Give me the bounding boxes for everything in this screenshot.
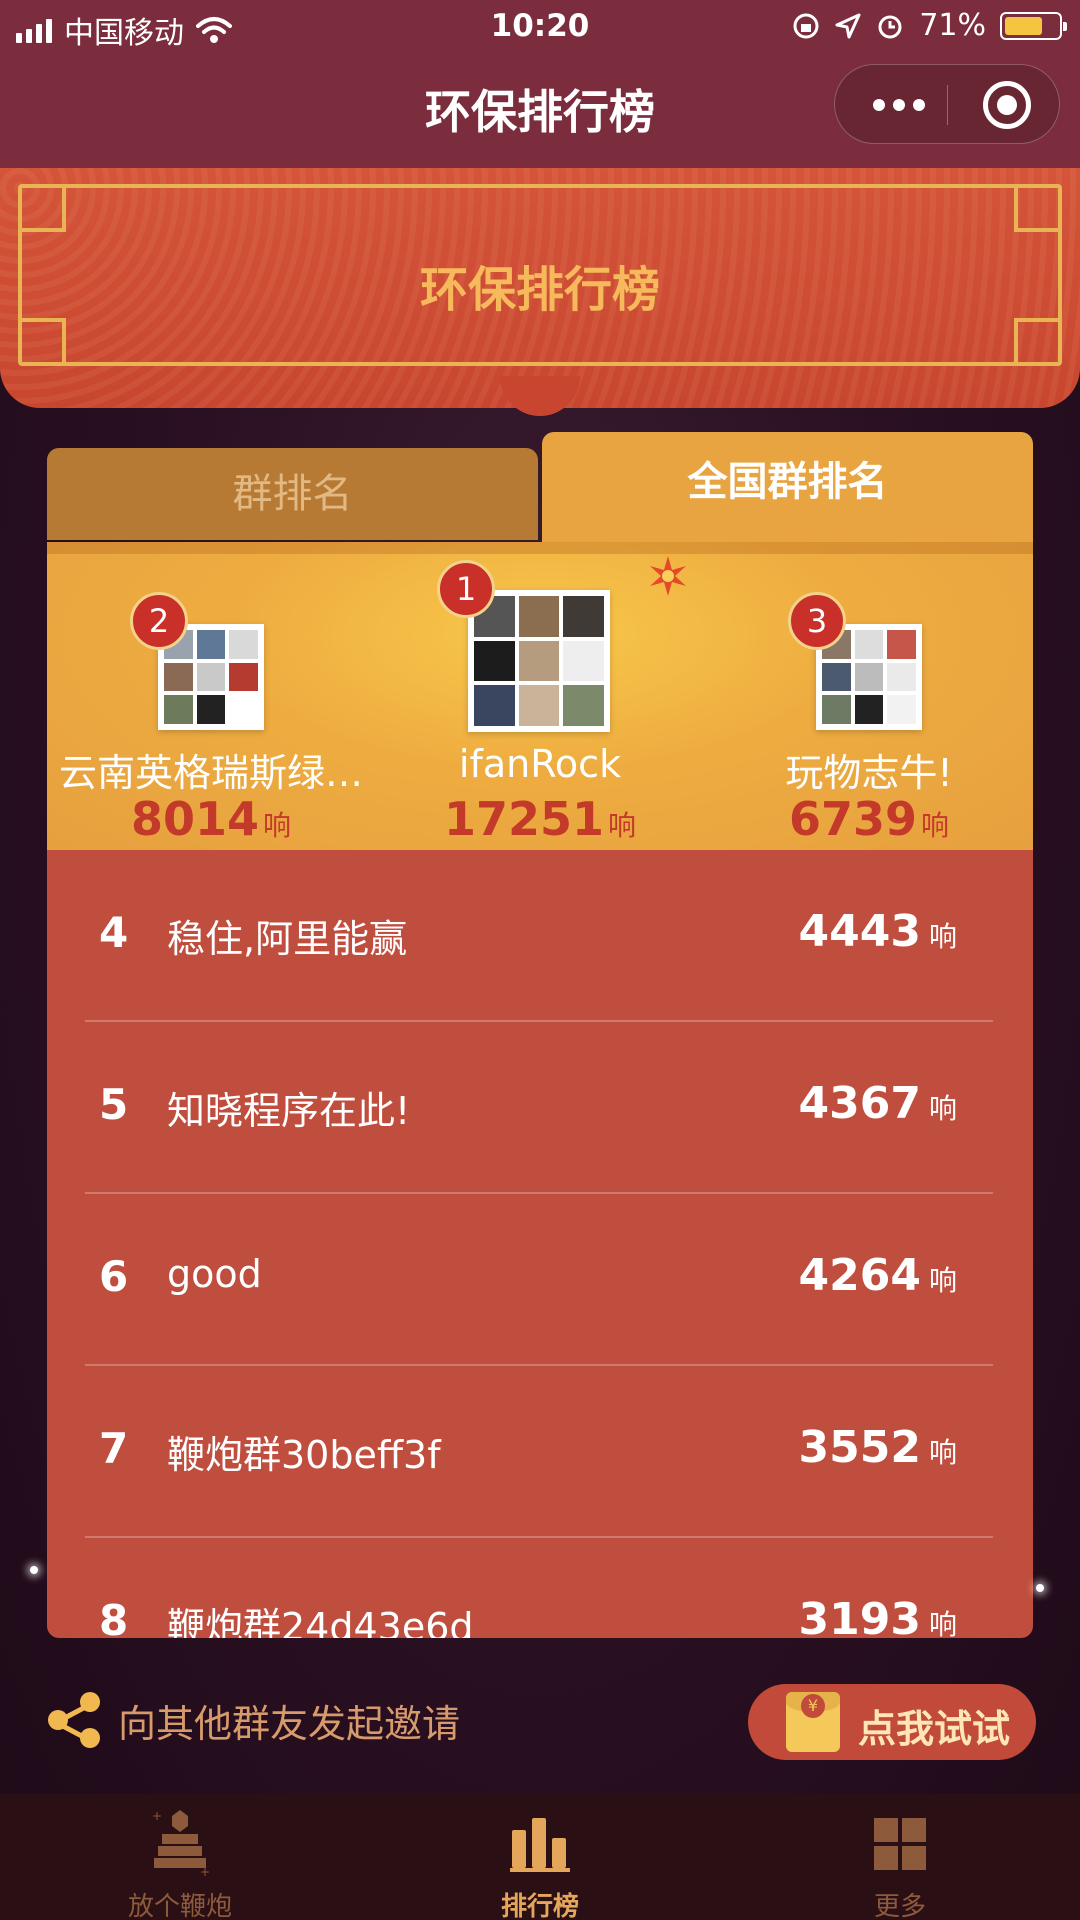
ranking-list[interactable]: 4 稳住,阿里能赢 4443 响 5 知晓程序在此! 4367 响 6 good 4…	[47, 850, 1033, 1638]
tab-bar: + + 放个鞭炮 排行榜 更多	[0, 1794, 1080, 1920]
row-score: 4264	[798, 1250, 921, 1301]
svg-text:+: +	[152, 1809, 162, 1823]
row-name: 稳住,阿里能赢	[167, 917, 408, 961]
list-item[interactable]: 7 鞭炮群30beff3f 3552 响	[85, 1366, 993, 1538]
score-unit: 响	[928, 1092, 957, 1125]
list-item[interactable]: 4 稳住,阿里能赢 4443 响	[85, 850, 993, 1022]
podium-name: 云南英格瑞斯绿…	[58, 751, 363, 795]
battery-level	[1005, 16, 1042, 35]
tab-group-rank[interactable]: 群排名	[47, 448, 538, 540]
battery-percent: 71%	[919, 8, 986, 43]
row-score: 4443	[798, 906, 921, 957]
row-rank: 8	[99, 1596, 129, 1638]
score-unit: 响	[921, 809, 950, 842]
row-rank: 7	[99, 1424, 129, 1473]
invite-button[interactable]: 向其他群友发起邀请	[48, 1692, 460, 1748]
tabbar-item-ranking[interactable]: 排行榜	[360, 1794, 720, 1920]
rank-badge: 2	[130, 592, 188, 650]
more-icon[interactable]	[867, 85, 931, 125]
tabbar-label: 更多	[873, 1892, 926, 1920]
row-name: 鞭炮群24d43e6d	[167, 1605, 474, 1638]
row-rank: 4	[99, 908, 129, 957]
score-unit: 响	[928, 1264, 957, 1297]
row-rank: 5	[99, 1080, 129, 1129]
try-button[interactable]: ¥ 点我试试	[748, 1684, 1036, 1760]
score-unit: 响	[928, 1436, 957, 1469]
location-icon	[835, 13, 861, 38]
score-unit: 响	[263, 809, 292, 842]
score-unit: 响	[928, 920, 957, 953]
list-item[interactable]: 8 鞭炮群24d43e6d 3193 响	[85, 1538, 993, 1638]
rank-badge: 3	[788, 592, 846, 650]
group-avatar	[468, 590, 610, 732]
svg-text:+: +	[200, 1865, 210, 1878]
tabbar-item-more[interactable]: 更多	[720, 1794, 1080, 1920]
bar-chart-icon	[510, 1818, 570, 1872]
sparkle-decoration	[30, 1566, 38, 1574]
score-unit: 响	[928, 1608, 957, 1638]
list-item[interactable]: 5 知晓程序在此! 4367 响	[85, 1022, 993, 1194]
top-bar: 中国移动 10:20 71% 环保排行榜	[0, 0, 1080, 168]
frame-corner-ornament	[18, 318, 66, 366]
tab-national-rank[interactable]: 全国群排名	[542, 432, 1033, 542]
row-rank: 6	[99, 1252, 129, 1301]
row-name: 鞭炮群30beff3f	[167, 1433, 441, 1477]
tabbar-label: 放个鞭炮	[127, 1892, 232, 1920]
share-icon	[48, 1692, 100, 1748]
banner-title: 环保排行榜	[419, 262, 660, 318]
try-label: 点我试试	[858, 1707, 1011, 1751]
row-name: 知晓程序在此!	[167, 1089, 411, 1133]
firework-icon	[650, 556, 686, 596]
frame-corner-ornament	[18, 184, 66, 232]
grid-icon	[874, 1818, 926, 1870]
tabbar-label: 排行榜	[500, 1892, 579, 1920]
miniprogram-capsule	[834, 64, 1060, 144]
frame-corner-ornament	[1014, 184, 1062, 232]
rotation-lock-icon	[793, 13, 819, 38]
podium-name: ifanRock	[458, 742, 622, 786]
close-miniprogram-icon[interactable]	[983, 81, 1031, 129]
alarm-icon	[878, 15, 902, 38]
invite-label: 向其他群友发起邀请	[118, 1701, 461, 1746]
rank-badge: 1	[437, 560, 495, 618]
sparkle-decoration	[1036, 1584, 1044, 1592]
list-item[interactable]: 6 good 4264 响	[85, 1194, 993, 1366]
podium-name: 玩物志牛!	[785, 751, 953, 795]
firecracker-icon: + +	[152, 1809, 210, 1878]
score-unit: 响	[608, 809, 637, 842]
battery-icon	[1000, 11, 1067, 40]
row-score: 4367	[798, 1078, 921, 1129]
row-score: 3552	[798, 1422, 921, 1473]
podium-score: 8014	[130, 792, 259, 846]
row-score: 3193	[798, 1594, 921, 1638]
red-envelope-icon: ¥	[786, 1692, 840, 1752]
status-bar: 中国移动 10:20 71%	[0, 0, 1080, 54]
frame-corner-ornament	[1014, 318, 1062, 366]
podium-score: 17251	[443, 792, 605, 846]
podium-score: 6739	[788, 792, 917, 846]
row-name: good	[167, 1252, 262, 1296]
tabbar-item-firecracker[interactable]: + + 放个鞭炮	[0, 1794, 360, 1920]
